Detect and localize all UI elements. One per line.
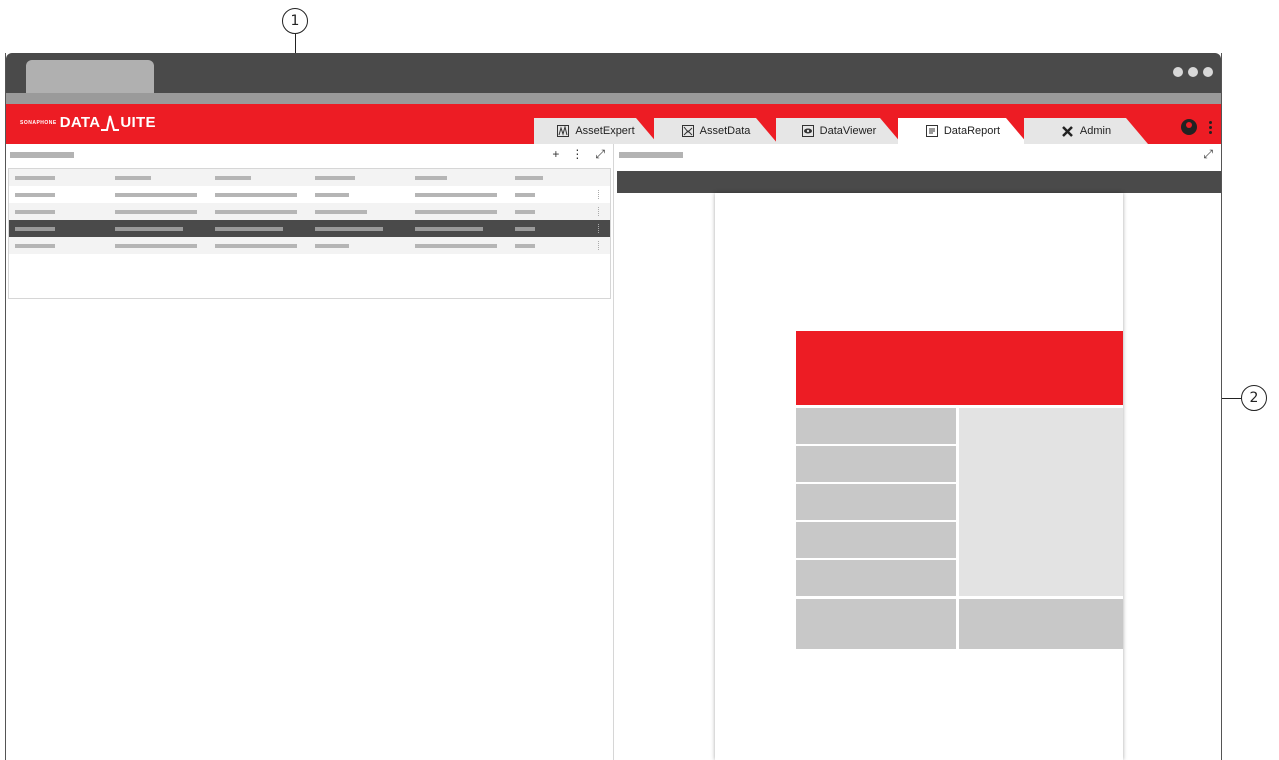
report-table-cell — [796, 446, 956, 482]
left-panel-tools: + ⋮ ⤢ — [552, 147, 605, 162]
document-toolbar — [617, 171, 1221, 193]
right-panel-title-placeholder — [619, 152, 683, 158]
table-row-selected[interactable] — [9, 220, 610, 237]
report-header-block — [796, 331, 1123, 405]
tab-assetdata[interactable]: AssetData — [654, 118, 778, 144]
data-table — [8, 168, 611, 299]
module-tabs: AssetExpert AssetData DataViewer DataRep… — [6, 104, 1221, 144]
expand-icon[interactable]: ⤢ — [1203, 147, 1213, 162]
tab-admin[interactable]: Admin — [1024, 118, 1148, 144]
expand-icon[interactable]: ⤢ — [595, 147, 605, 162]
browser-window: SONAPHONE DATA UITE AssetExpert AssetDat… — [5, 53, 1222, 760]
tab-assetexpert[interactable]: AssetExpert — [534, 118, 658, 144]
report-table-cell — [796, 408, 956, 444]
header-actions — [1181, 119, 1213, 135]
right-panel-header: ⤢ — [615, 144, 1221, 168]
window-controls[interactable] — [1173, 67, 1213, 77]
tools-icon — [1061, 125, 1074, 138]
window-dot-icon[interactable] — [1173, 67, 1183, 77]
tab-dataviewer-label: DataViewer — [819, 125, 877, 137]
row-menu-icon[interactable] — [598, 241, 600, 250]
app-header: SONAPHONE DATA UITE AssetExpert AssetDat… — [6, 104, 1221, 144]
table-row[interactable] — [9, 186, 610, 203]
report-footer-cell — [959, 599, 1123, 649]
add-icon[interactable]: + — [552, 147, 559, 162]
more-vertical-icon[interactable]: ⋮ — [571, 147, 583, 162]
report-table-cell — [796, 522, 956, 558]
right-panel-report-preview: ⤢ — [615, 144, 1221, 760]
table-header-row — [9, 169, 610, 186]
more-menu-icon[interactable] — [1209, 120, 1213, 134]
tab-datareport-label: DataReport — [943, 125, 1001, 137]
tab-assetdata-label: AssetData — [699, 125, 751, 137]
browser-titlebar — [6, 53, 1221, 93]
tab-datareport[interactable]: DataReport — [898, 118, 1028, 144]
callout-2-label: 2 — [1249, 390, 1259, 406]
callout-1: 1 — [282, 8, 308, 34]
browser-address-strip — [6, 93, 1221, 104]
window-dot-icon[interactable] — [1188, 67, 1198, 77]
callout-1-label: 1 — [290, 13, 300, 29]
report-table-cell — [796, 484, 956, 520]
table-row[interactable] — [9, 203, 610, 220]
tab-dataviewer[interactable]: DataViewer — [776, 118, 902, 144]
report-table-cell — [796, 560, 956, 596]
report-icon — [926, 125, 938, 137]
asset-data-icon — [682, 125, 694, 137]
row-menu-icon[interactable] — [598, 224, 600, 233]
screenshot-stage: 1 2 SONAPHONE DATA UITE AssetExpert Asse… — [0, 0, 1279, 760]
left-panel-table: + ⋮ ⤢ — [6, 144, 614, 760]
eye-icon — [802, 125, 814, 137]
callout-2: 2 — [1241, 385, 1267, 411]
tab-admin-label: Admin — [1079, 125, 1112, 137]
report-side-panel — [959, 408, 1123, 596]
row-menu-icon[interactable] — [598, 190, 600, 199]
window-dot-icon[interactable] — [1203, 67, 1213, 77]
right-panel-tools: ⤢ — [1203, 147, 1213, 162]
table-row[interactable] — [9, 237, 610, 254]
browser-tab[interactable] — [26, 60, 154, 93]
report-footer-cell — [796, 599, 956, 649]
row-menu-icon[interactable] — [598, 207, 600, 216]
user-account-icon[interactable] — [1181, 119, 1197, 135]
left-panel-title-placeholder — [10, 152, 74, 158]
asset-expert-icon — [557, 125, 569, 137]
tab-assetexpert-label: AssetExpert — [575, 125, 635, 137]
left-panel-header: + ⋮ ⤢ — [6, 144, 613, 168]
report-page — [715, 193, 1123, 760]
